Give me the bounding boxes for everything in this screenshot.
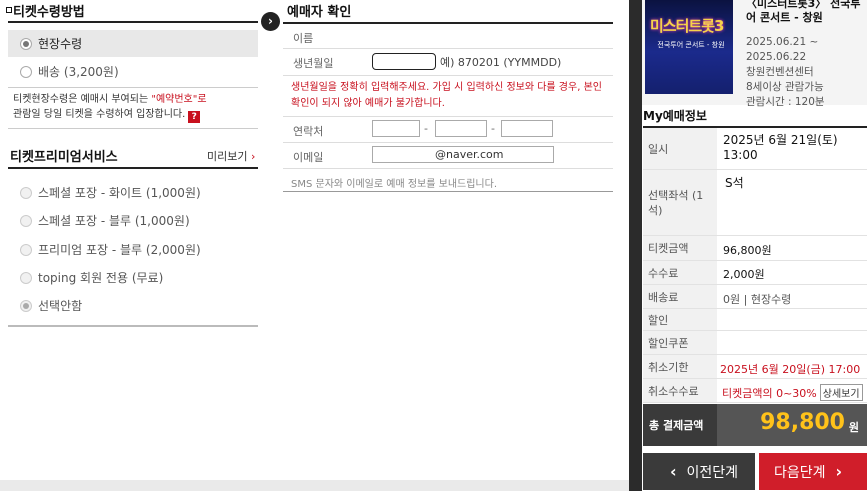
- divider: [283, 191, 613, 192]
- row-ticket-price: 티켓금액 96,800원: [643, 236, 867, 261]
- phone-input-2[interactable]: [435, 120, 487, 137]
- email-input[interactable]: @naver.com: [372, 146, 554, 163]
- ticket-receipt-title: 티켓수령방법: [6, 1, 85, 20]
- left-column: 티켓수령방법 현장수령 배송 (3,200원) 티켓현장수령은 예매시 부여되는…: [0, 0, 270, 491]
- birth-row: 생년월일 예) 870201 (YYMMDD): [283, 49, 613, 76]
- divider: [8, 87, 258, 88]
- premium-option-none[interactable]: 선택안함: [8, 292, 258, 319]
- show-title: 〈미스터트롯3〉 전국투어 콘서트 - 창원: [746, 0, 861, 24]
- divider: [8, 128, 258, 129]
- chevron-right-icon: ›: [835, 462, 843, 481]
- divider: [8, 167, 258, 169]
- option-label: 현장수령: [38, 37, 83, 51]
- option-label: 배송 (3,200원): [38, 65, 119, 79]
- divider: [8, 21, 258, 23]
- option-label: 스페셜 포장 - 화이트 (1,000원): [38, 186, 201, 200]
- panel-edge: [629, 0, 642, 491]
- radio-icon[interactable]: [20, 243, 32, 256]
- row-coupon: 할인쿠폰: [643, 331, 867, 355]
- premium-option-toping[interactable]: toping 회원 전용 (무료): [8, 264, 258, 291]
- row-discount: 할인: [643, 309, 867, 331]
- chevron-left-icon: ‹: [669, 462, 677, 481]
- premium-title: 티켓프리미엄서비스: [10, 150, 118, 165]
- option-label: toping 회원 전용 (무료): [38, 271, 164, 285]
- row-seat: 선택좌석 (1석) S석: [643, 170, 867, 236]
- row-fee: 수수료 2,000원: [643, 261, 867, 285]
- row-cancel-deadline: 취소기한 2025년 6월 20일(금) 17:00: [643, 355, 867, 379]
- receipt-notice: 티켓현장수령은 예매시 부여되는 "예약번호"로 관람일 당일 티켓을 수령하여…: [13, 94, 207, 123]
- radio-icon[interactable]: [20, 271, 32, 284]
- show-poster: 미스터트롯3 전국투어 콘서트 - 창원: [645, 0, 733, 94]
- divider: [8, 325, 258, 327]
- sms-note: SMS 문자와 이메일로 예매 정보를 보내드립니다.: [291, 179, 497, 190]
- radio-icon[interactable]: [20, 37, 32, 50]
- right-panel: 미스터트롯3 전국투어 콘서트 - 창원 〈미스터트롯3〉 전국투어 콘서트 -…: [629, 0, 867, 491]
- birth-warning-row: 생년월일을 정확히 입력해주세요. 가입 시 입력하신 정보와 다를 경우, 본…: [283, 76, 613, 117]
- option-label: 스페셜 포장 - 블루 (1,000원): [38, 214, 190, 228]
- detail-button[interactable]: 상세보기: [819, 384, 863, 401]
- booker-title: 예매자 확인: [287, 5, 352, 20]
- my-booking-title: My예매정보: [643, 109, 707, 123]
- help-icon[interactable]: ?: [188, 111, 201, 123]
- show-info: 2025.06.21 ~ 2025.06.22 창원컨벤션센터 8세이상 관람가…: [746, 36, 825, 108]
- phone-row: 연락처 - -: [283, 117, 613, 143]
- phone-input-1[interactable]: [372, 120, 420, 137]
- bottom-bar: [0, 480, 629, 491]
- phone-input-3[interactable]: [501, 120, 553, 137]
- preview-link[interactable]: 미리보기 ›: [207, 148, 255, 164]
- chevron-right-icon: ›: [250, 150, 256, 163]
- option-label: 프리미엄 포장 - 블루 (2,000원): [38, 243, 201, 257]
- total-payment: 총 결제금액 98,800 원: [643, 404, 867, 446]
- booking-page: 티켓수령방법 현장수령 배송 (3,200원) 티켓현장수령은 예매시 부여되는…: [0, 0, 867, 491]
- name-row: 이름: [283, 24, 613, 49]
- total-amount: 98,800: [760, 410, 845, 435]
- premium-option-white[interactable]: 스페셜 포장 - 화이트 (1,000원): [8, 179, 258, 206]
- email-row: 이메일 @naver.com: [283, 143, 613, 169]
- option-label: 선택안함: [38, 299, 83, 313]
- birth-warning: 생년월일을 정확히 입력해주세요. 가입 시 입력하신 정보와 다를 경우, 본…: [291, 82, 602, 109]
- prev-step-button[interactable]: ‹ 이전단계: [643, 453, 755, 490]
- birth-input[interactable]: [372, 53, 436, 70]
- premium-option-blue[interactable]: 스페셜 포장 - 블루 (1,000원): [8, 207, 258, 234]
- radio-icon[interactable]: [20, 214, 32, 227]
- radio-icon[interactable]: [20, 65, 32, 78]
- row-cancel-fee: 취소수수료 티켓금액의 0~30% 상세보기: [643, 379, 867, 403]
- premium-option-premium-blue[interactable]: 프리미엄 포장 - 블루 (2,000원): [8, 236, 258, 263]
- next-step-button[interactable]: 다음단계 ›: [759, 453, 867, 490]
- receipt-option-delivery[interactable]: 배송 (3,200원): [8, 58, 258, 85]
- receipt-option-onsite[interactable]: 현장수령: [8, 30, 258, 57]
- radio-icon[interactable]: [20, 299, 32, 312]
- row-datetime: 일시 2025년 6월 21일(토) 13:00: [643, 128, 867, 170]
- radio-icon[interactable]: [20, 186, 32, 199]
- chevron-right-circle-icon[interactable]: ›: [261, 12, 280, 31]
- row-delivery: 배송료 0원 | 현장수령: [643, 285, 867, 309]
